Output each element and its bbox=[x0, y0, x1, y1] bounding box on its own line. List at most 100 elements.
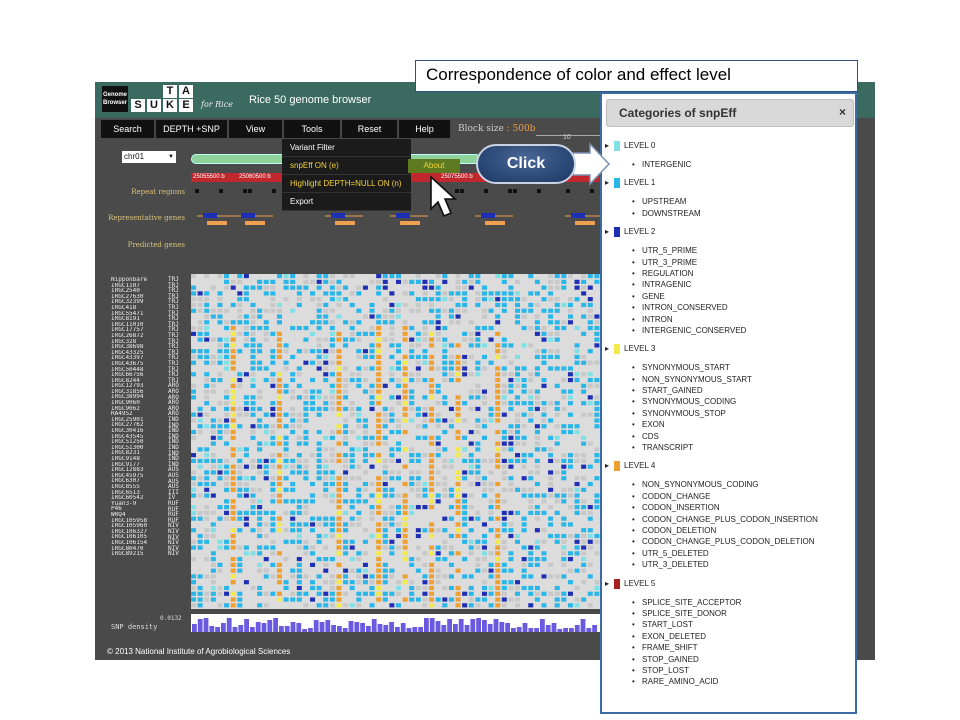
heatmap-cell bbox=[528, 308, 534, 313]
heatmap-cell bbox=[270, 429, 276, 435]
heatmap-cell bbox=[191, 383, 197, 388]
heatmap-cell bbox=[475, 603, 481, 608]
density-bar bbox=[244, 619, 249, 632]
heatmap-cell bbox=[581, 539, 587, 544]
heatmap-cell bbox=[554, 499, 560, 504]
heatmap-cell bbox=[323, 279, 329, 284]
gene-exon bbox=[241, 213, 255, 218]
heatmap-cell bbox=[362, 487, 368, 492]
heatmap-cell bbox=[534, 401, 540, 406]
heatmap-cell bbox=[224, 441, 230, 446]
level-block: ▸LEVEL 1UPSTREAMDOWNSTREAM bbox=[602, 177, 855, 220]
heatmap-cell bbox=[270, 516, 276, 521]
tools-menu-item[interactable]: Variant Filter bbox=[282, 139, 411, 157]
heatmap-cell bbox=[521, 377, 527, 383]
heatmap-cell bbox=[362, 580, 368, 585]
heatmap-cell bbox=[323, 557, 329, 562]
heatmap-cell bbox=[442, 337, 448, 342]
heatmap-cell bbox=[515, 279, 521, 284]
heatmap-cell bbox=[336, 528, 342, 533]
heatmap-cell bbox=[376, 418, 382, 423]
level-color-swatch bbox=[614, 227, 620, 238]
heatmap-cell bbox=[389, 568, 395, 573]
heatmap-cell bbox=[409, 562, 415, 567]
heatmap-cell bbox=[263, 331, 269, 336]
heatmap-cell bbox=[376, 562, 382, 567]
heatmap-cell bbox=[402, 545, 408, 550]
heatmap-cell bbox=[468, 331, 474, 336]
heatmap-cell bbox=[270, 349, 276, 354]
heatmap-cell bbox=[534, 331, 540, 336]
repeat-mark bbox=[513, 189, 517, 193]
heatmap-cell bbox=[197, 603, 203, 608]
snpeff-categories-panel: Categories of snpEff × ▸LEVEL 0INTERGENI… bbox=[600, 92, 857, 714]
heatmap-cell bbox=[415, 585, 421, 591]
heatmap-cell bbox=[541, 574, 547, 579]
heatmap-cell bbox=[541, 603, 547, 608]
heatmap-cell bbox=[422, 580, 428, 585]
heatmap-cell bbox=[581, 279, 587, 284]
heatmap-cell bbox=[197, 533, 203, 539]
density-bar bbox=[290, 622, 296, 632]
heatmap-cell bbox=[243, 314, 249, 319]
heatmap-cell bbox=[481, 568, 487, 573]
heatmap-cell bbox=[243, 395, 249, 400]
heatmap-cell bbox=[191, 597, 197, 602]
heatmap-cell bbox=[257, 464, 263, 469]
heatmap-cell bbox=[561, 464, 567, 469]
heatmap-cell bbox=[488, 585, 494, 591]
heatmap-cell bbox=[455, 487, 461, 492]
heatmap-cell bbox=[402, 320, 408, 325]
heatmap-cell bbox=[429, 302, 435, 308]
heatmap-cell bbox=[594, 453, 600, 458]
tools-menu-item[interactable]: Export bbox=[282, 193, 411, 211]
heatmap-cell bbox=[250, 366, 256, 371]
heatmap-cell bbox=[217, 505, 223, 510]
heatmap-cell bbox=[495, 395, 501, 400]
heatmap-cell bbox=[303, 522, 309, 527]
about-button[interactable]: About bbox=[408, 159, 460, 173]
heatmap-cell bbox=[191, 274, 197, 279]
heatmap-cell bbox=[422, 597, 428, 602]
heatmap-cell bbox=[488, 412, 494, 417]
heatmap-cell bbox=[442, 274, 448, 279]
heatmap-cell bbox=[528, 401, 534, 406]
heatmap-cell bbox=[435, 285, 441, 290]
heatmap-cell bbox=[528, 487, 534, 492]
heatmap-cell bbox=[587, 377, 593, 383]
heatmap-cell bbox=[442, 481, 448, 487]
heatmap-cell bbox=[329, 493, 335, 498]
heatmap-cell bbox=[594, 325, 600, 331]
heatmap-cell bbox=[283, 383, 289, 388]
heatmap-cell bbox=[316, 441, 322, 446]
tools-menu-item[interactable]: snpEff ON (e) bbox=[282, 157, 411, 175]
tools-menu-item[interactable]: Highlight DEPTH=NULL ON (n) bbox=[282, 175, 411, 193]
heatmap-cell bbox=[495, 377, 501, 383]
heatmap-cell bbox=[296, 585, 302, 591]
heatmap-cell bbox=[541, 297, 547, 302]
heatmap-cell bbox=[587, 360, 593, 365]
heatmap-cell bbox=[548, 320, 554, 325]
heatmap-cell bbox=[587, 412, 593, 417]
heatmap-cell bbox=[310, 481, 316, 487]
heatmap-cell bbox=[501, 389, 507, 394]
heatmap-cell bbox=[574, 545, 580, 550]
heatmap-cell bbox=[448, 372, 454, 377]
heatmap-cell bbox=[481, 476, 487, 481]
heatmap-cell bbox=[508, 557, 514, 562]
heatmap-cell bbox=[587, 274, 593, 279]
bullet-icon: ▸ bbox=[605, 141, 610, 150]
heatmap-cell bbox=[276, 401, 282, 406]
heatmap-cell bbox=[329, 297, 335, 302]
heatmap-cell bbox=[356, 499, 362, 504]
heatmap-cell bbox=[356, 516, 362, 521]
heatmap-cell bbox=[329, 522, 335, 527]
heatmap-cell bbox=[521, 562, 527, 567]
heatmap-cell bbox=[481, 366, 487, 371]
heatmap-cell bbox=[561, 325, 567, 331]
heatmap-cell bbox=[376, 343, 382, 348]
heatmap-cell bbox=[435, 383, 441, 388]
heatmap-cell bbox=[435, 424, 441, 429]
close-icon[interactable]: × bbox=[839, 105, 846, 119]
heatmap-cell bbox=[587, 308, 593, 313]
